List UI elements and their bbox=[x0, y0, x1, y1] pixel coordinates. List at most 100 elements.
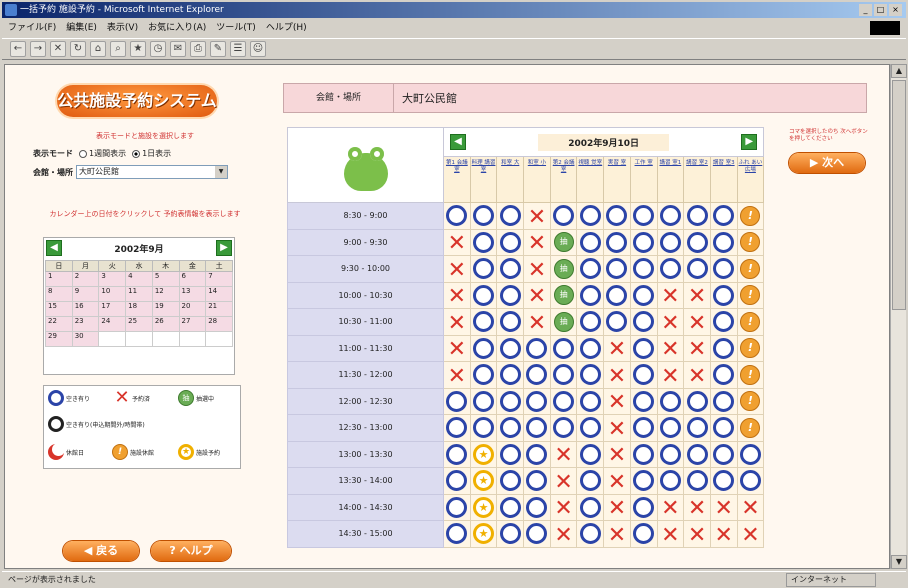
slot-cell[interactable] bbox=[576, 493, 605, 521]
slot-cell[interactable] bbox=[576, 414, 605, 442]
calendar-day[interactable]: 25 bbox=[125, 316, 153, 332]
slot-cell[interactable] bbox=[469, 308, 498, 336]
calendar-day[interactable]: 13 bbox=[178, 286, 207, 302]
slot-cell[interactable] bbox=[549, 202, 578, 230]
slot-cell[interactable] bbox=[709, 467, 738, 495]
calendar-day[interactable]: 23 bbox=[71, 316, 100, 332]
home-icon[interactable]: ⌂ bbox=[90, 41, 106, 57]
slot-cell[interactable] bbox=[683, 414, 711, 442]
chevron-down-icon[interactable]: ▼ bbox=[215, 166, 227, 178]
calendar-day[interactable]: 29 bbox=[45, 331, 73, 347]
scroll-up-icon[interactable]: ▲ bbox=[891, 64, 907, 78]
slot-cell[interactable] bbox=[709, 228, 738, 256]
room-header[interactable]: 実習 室 bbox=[603, 156, 631, 203]
slot-cell[interactable] bbox=[683, 387, 711, 415]
next-month-arrow-icon[interactable]: ▶ bbox=[216, 240, 232, 256]
slot-cell[interactable] bbox=[523, 387, 551, 415]
slot-cell[interactable] bbox=[576, 520, 605, 548]
mode-week-radio[interactable]: 1週間表示 bbox=[79, 148, 126, 159]
slot-cell[interactable] bbox=[656, 255, 685, 283]
slot-cell[interactable] bbox=[603, 228, 631, 256]
edit-icon[interactable]: ✎ bbox=[210, 41, 226, 57]
menu-view[interactable]: 表示(V) bbox=[107, 20, 138, 36]
close-button[interactable]: × bbox=[889, 4, 902, 16]
slot-cell[interactable] bbox=[629, 520, 658, 548]
slot-cell[interactable] bbox=[576, 281, 605, 309]
search-icon[interactable]: ⌕ bbox=[110, 41, 126, 57]
slot-cell[interactable] bbox=[469, 228, 498, 256]
slot-cell[interactable] bbox=[656, 467, 685, 495]
room-header[interactable]: 工作 室 bbox=[629, 156, 658, 203]
history-icon[interactable]: ◷ bbox=[150, 41, 166, 57]
slot-cell[interactable] bbox=[709, 202, 738, 230]
room-header[interactable]: 和室 大 bbox=[496, 156, 525, 203]
slot-cell[interactable] bbox=[549, 387, 578, 415]
calendar-day[interactable]: 17 bbox=[98, 301, 127, 317]
calendar-day[interactable]: 3 bbox=[98, 271, 127, 287]
slot-cell[interactable] bbox=[496, 493, 525, 521]
calendar-day[interactable]: 15 bbox=[45, 301, 73, 317]
slot-cell[interactable] bbox=[576, 440, 605, 468]
room-header[interactable]: 第1 会議室 bbox=[443, 156, 471, 203]
slot-cell[interactable] bbox=[736, 440, 765, 468]
slot-cell[interactable] bbox=[576, 228, 605, 256]
next-day-arrow-icon[interactable]: ▶ bbox=[741, 134, 758, 150]
calendar-day[interactable]: 18 bbox=[125, 301, 153, 317]
mode-day-radio[interactable]: 1日表示 bbox=[132, 148, 171, 159]
slot-cell[interactable] bbox=[469, 255, 498, 283]
slot-cell[interactable] bbox=[629, 361, 658, 389]
slot-cell[interactable] bbox=[629, 308, 658, 336]
calendar-day[interactable]: 14 bbox=[205, 286, 233, 302]
slot-cell[interactable] bbox=[603, 255, 631, 283]
slot-cell[interactable] bbox=[683, 228, 711, 256]
help-button[interactable]: ? ヘルプ bbox=[151, 541, 231, 561]
room-header[interactable]: ふれ あい 広場 bbox=[736, 156, 765, 203]
slot-cell[interactable] bbox=[603, 308, 631, 336]
slot-cell[interactable] bbox=[656, 228, 685, 256]
slot-cell[interactable] bbox=[576, 308, 605, 336]
discuss-icon[interactable]: ☰ bbox=[230, 41, 246, 57]
slot-cell[interactable] bbox=[709, 308, 738, 336]
slot-cell[interactable] bbox=[709, 387, 738, 415]
slot-cell[interactable] bbox=[549, 414, 578, 442]
calendar-day[interactable]: 8 bbox=[45, 286, 73, 302]
menu-file[interactable]: ファイル(F) bbox=[8, 20, 56, 36]
slot-cell[interactable] bbox=[709, 281, 738, 309]
slot-cell[interactable] bbox=[496, 202, 525, 230]
slot-cell[interactable] bbox=[629, 334, 658, 362]
back-icon[interactable]: ← bbox=[10, 41, 26, 57]
slot-cell[interactable] bbox=[469, 414, 498, 442]
slot-cell[interactable] bbox=[629, 467, 658, 495]
slot-cell[interactable] bbox=[683, 467, 711, 495]
slot-cell[interactable] bbox=[683, 440, 711, 468]
slot-cell[interactable] bbox=[496, 440, 525, 468]
calendar-day[interactable]: 26 bbox=[151, 316, 180, 332]
prev-day-arrow-icon[interactable]: ◀ bbox=[450, 134, 466, 150]
slot-cell[interactable] bbox=[709, 361, 738, 389]
calendar-day[interactable]: 2 bbox=[71, 271, 100, 287]
slot-cell[interactable] bbox=[629, 202, 658, 230]
slot-cell[interactable] bbox=[523, 334, 551, 362]
refresh-icon[interactable]: ↻ bbox=[70, 41, 86, 57]
vertical-scrollbar[interactable]: ▲ ▼ bbox=[890, 64, 907, 569]
slot-cell[interactable] bbox=[496, 361, 525, 389]
calendar-day[interactable]: 24 bbox=[98, 316, 127, 332]
prev-month-arrow-icon[interactable]: ◀ bbox=[46, 240, 62, 256]
calendar-day[interactable]: 6 bbox=[178, 271, 207, 287]
scroll-down-icon[interactable]: ▼ bbox=[891, 555, 907, 569]
calendar-day[interactable]: 30 bbox=[71, 331, 100, 347]
slot-cell[interactable] bbox=[576, 255, 605, 283]
slot-cell[interactable] bbox=[629, 387, 658, 415]
calendar-day[interactable]: 28 bbox=[205, 316, 233, 332]
slot-cell[interactable] bbox=[443, 387, 471, 415]
slot-cell[interactable] bbox=[496, 414, 525, 442]
slot-cell[interactable] bbox=[443, 440, 471, 468]
slot-cell[interactable] bbox=[496, 467, 525, 495]
calendar-day[interactable]: 10 bbox=[98, 286, 127, 302]
slot-cell[interactable] bbox=[576, 361, 605, 389]
forward-icon[interactable]: → bbox=[30, 41, 46, 57]
slot-cell[interactable] bbox=[629, 440, 658, 468]
slot-cell[interactable] bbox=[496, 308, 525, 336]
menu-help[interactable]: ヘルプ(H) bbox=[266, 20, 307, 36]
room-header[interactable]: 講習 室2 bbox=[683, 156, 711, 203]
